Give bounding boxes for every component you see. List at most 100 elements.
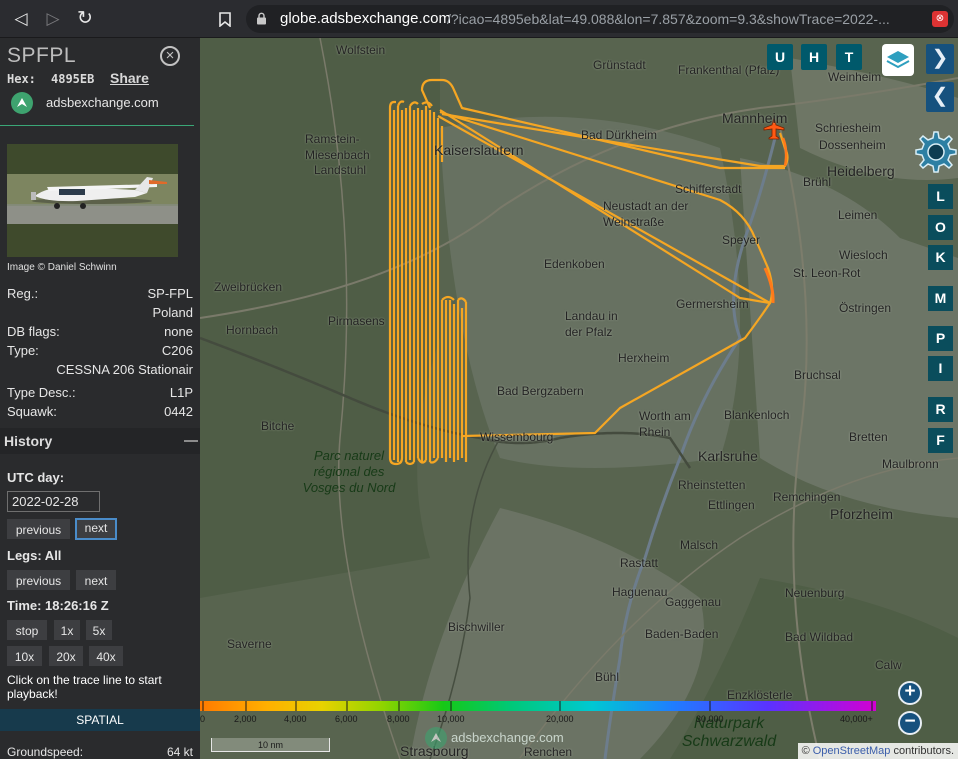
field-value: 0442 [164,404,193,419]
map-place-label: Landstuhl [314,163,367,177]
map-place-label: Ettlingen [708,498,755,512]
forward-icon[interactable]: ▷ [40,6,66,32]
map-place-label: Brühl [803,175,832,189]
map-view[interactable]: Wolfstein Grünstadt Frankenthal (Pfalz) Wei… [200,38,958,759]
map-place-label: Germersheim [676,297,749,311]
previous-day-button[interactable]: previous [7,519,70,539]
callsign: SPFPL [7,44,77,67]
altitude-tick: 4,000 [284,714,307,724]
back-icon[interactable]: ◁ [8,6,34,32]
map-place-label: Enzklösterle [727,688,793,702]
collapse-icon[interactable] [184,440,198,442]
speed-1x-button[interactable]: 1x [54,620,80,640]
time-label: Time: 18:26:16 Z [7,598,109,613]
bookmark-icon[interactable] [212,6,238,32]
map-place-label: Maulbronn [882,457,939,471]
map-place-label: Speyer [722,233,761,247]
next-leg-button[interactable]: next [76,570,116,590]
map-place-label: Dossenheim [819,138,886,152]
map-place-label: St. Leon-Rot [793,266,861,280]
gear-icon[interactable] [911,128,957,174]
map-place-label: Bad Bergzabern [497,384,584,398]
toggle-i-button[interactable]: I [928,356,953,381]
speed-5x-button[interactable]: 5x [86,620,112,640]
map-place-label: Bad Wildbad [785,630,854,644]
toggle-l-button[interactable]: L [928,184,953,209]
history-title: History [4,433,53,449]
map-place-label: Parc naturel régional des Vosges du Nord [302,448,396,495]
map-place-label: Bad Dürkheim [581,128,658,142]
map-place-label: Calw [875,658,902,672]
map-place-label: Edenkoben [544,257,605,271]
map-place-label: Ramstein-Miesenbach [305,132,370,162]
map-place-label: Pirmasens [328,314,385,328]
altitude-tick: 0 [200,714,206,724]
map-place-label: Rheinstetten [678,478,746,492]
next-day-button[interactable]: next [75,518,117,540]
scale-label: 10 nm [257,740,283,750]
map-place-label: Östringen [839,301,892,315]
toggle-r-button[interactable]: R [928,397,953,422]
previous-leg-button[interactable]: previous [7,570,70,590]
speed-10x-button[interactable]: 10x [7,646,42,666]
field-value: L1P [169,385,193,400]
toggle-p-button[interactable]: P [928,326,953,351]
stop-button[interactable]: stop [7,620,47,640]
reload-icon[interactable]: ↻ [72,6,98,32]
map-place-label: Worth am Rhein [639,409,691,439]
map-place-label: Bühl [595,670,620,684]
layers-icon[interactable] [882,44,914,76]
browser-toolbar: ◁ ▷ ↻ globe.adsbexchange.com /?icao=4895… [0,0,958,38]
toggle-h-button[interactable]: H [801,44,827,70]
date-input[interactable]: 2022-02-28 [7,491,100,512]
spatial-section-header[interactable]: SPATIAL [0,709,200,731]
openstreetmap-link[interactable]: OpenStreetMap [813,745,891,757]
map-place-label: Hornbach [226,323,279,337]
map-place-label: Wiesloch [839,248,888,262]
map-place-label: Rastatt [620,556,659,570]
share-link[interactable]: Share [110,70,149,86]
toggle-u-button[interactable]: U [767,44,793,70]
aircraft-photo[interactable] [7,144,178,257]
field-value: C206 [161,343,193,358]
speed-20x-button[interactable]: 20x [49,646,83,666]
extension-icon[interactable]: ⊗ [932,11,948,27]
map-place-label: Mannheim [722,110,788,126]
zoom-out-button[interactable]: − [898,711,922,735]
field-value: CESSNA 206 Stationair [56,362,193,377]
map-place-label: Schriesheim [815,121,882,135]
speed-40x-button[interactable]: 40x [89,646,123,666]
map-place-label: Renchen [524,745,573,759]
altitude-tick: 10,000 [437,714,465,724]
zoom-in-button[interactable]: + [898,681,922,705]
collapse-left-icon[interactable]: ❮ [926,82,954,112]
hex-value: 4895EB [51,72,95,86]
url-host: globe.adsbexchange.com [280,10,451,27]
map-place-label: Zweibrücken [214,280,283,294]
address-bar[interactable]: globe.adsbexchange.com /?icao=4895eb&lat… [246,5,954,33]
toggle-f-button[interactable]: F [928,428,953,453]
playback-hint: Click on the trace line to start playbac… [7,673,162,701]
history-header[interactable]: History [0,428,200,454]
map-place-label: Baden-Baden [645,627,719,641]
map-attribution: © OpenStreetMap contributors. [797,743,958,759]
toggle-k-button[interactable]: K [928,245,953,270]
watermark-text: adsbexchange.com [451,730,564,745]
toggle-t-button[interactable]: T [836,44,862,70]
toggle-o-button[interactable]: O [928,215,953,240]
toggle-m-button[interactable]: M [928,286,953,311]
map-place-label: Malsch [680,538,719,552]
map-place-label: Herxheim [618,351,670,365]
field-label: DB flags: [7,324,60,339]
expand-right-icon[interactable]: ❯ [926,44,954,74]
map-place-label: Gaggenau [665,595,722,609]
altitude-tick: 6,000 [335,714,358,724]
field-label: Type Desc.: [7,385,76,400]
close-icon[interactable]: × [160,46,180,66]
map-place-label: Bischwiller [448,620,505,634]
map-place-label: Wissembourg [480,430,554,444]
map-place-label: Bruchsal [794,368,841,382]
photo-credit: Image © Daniel Schwinn [7,262,117,273]
map-place-label: Wolfstein [336,43,386,57]
map-place-label: Leimen [838,208,878,222]
